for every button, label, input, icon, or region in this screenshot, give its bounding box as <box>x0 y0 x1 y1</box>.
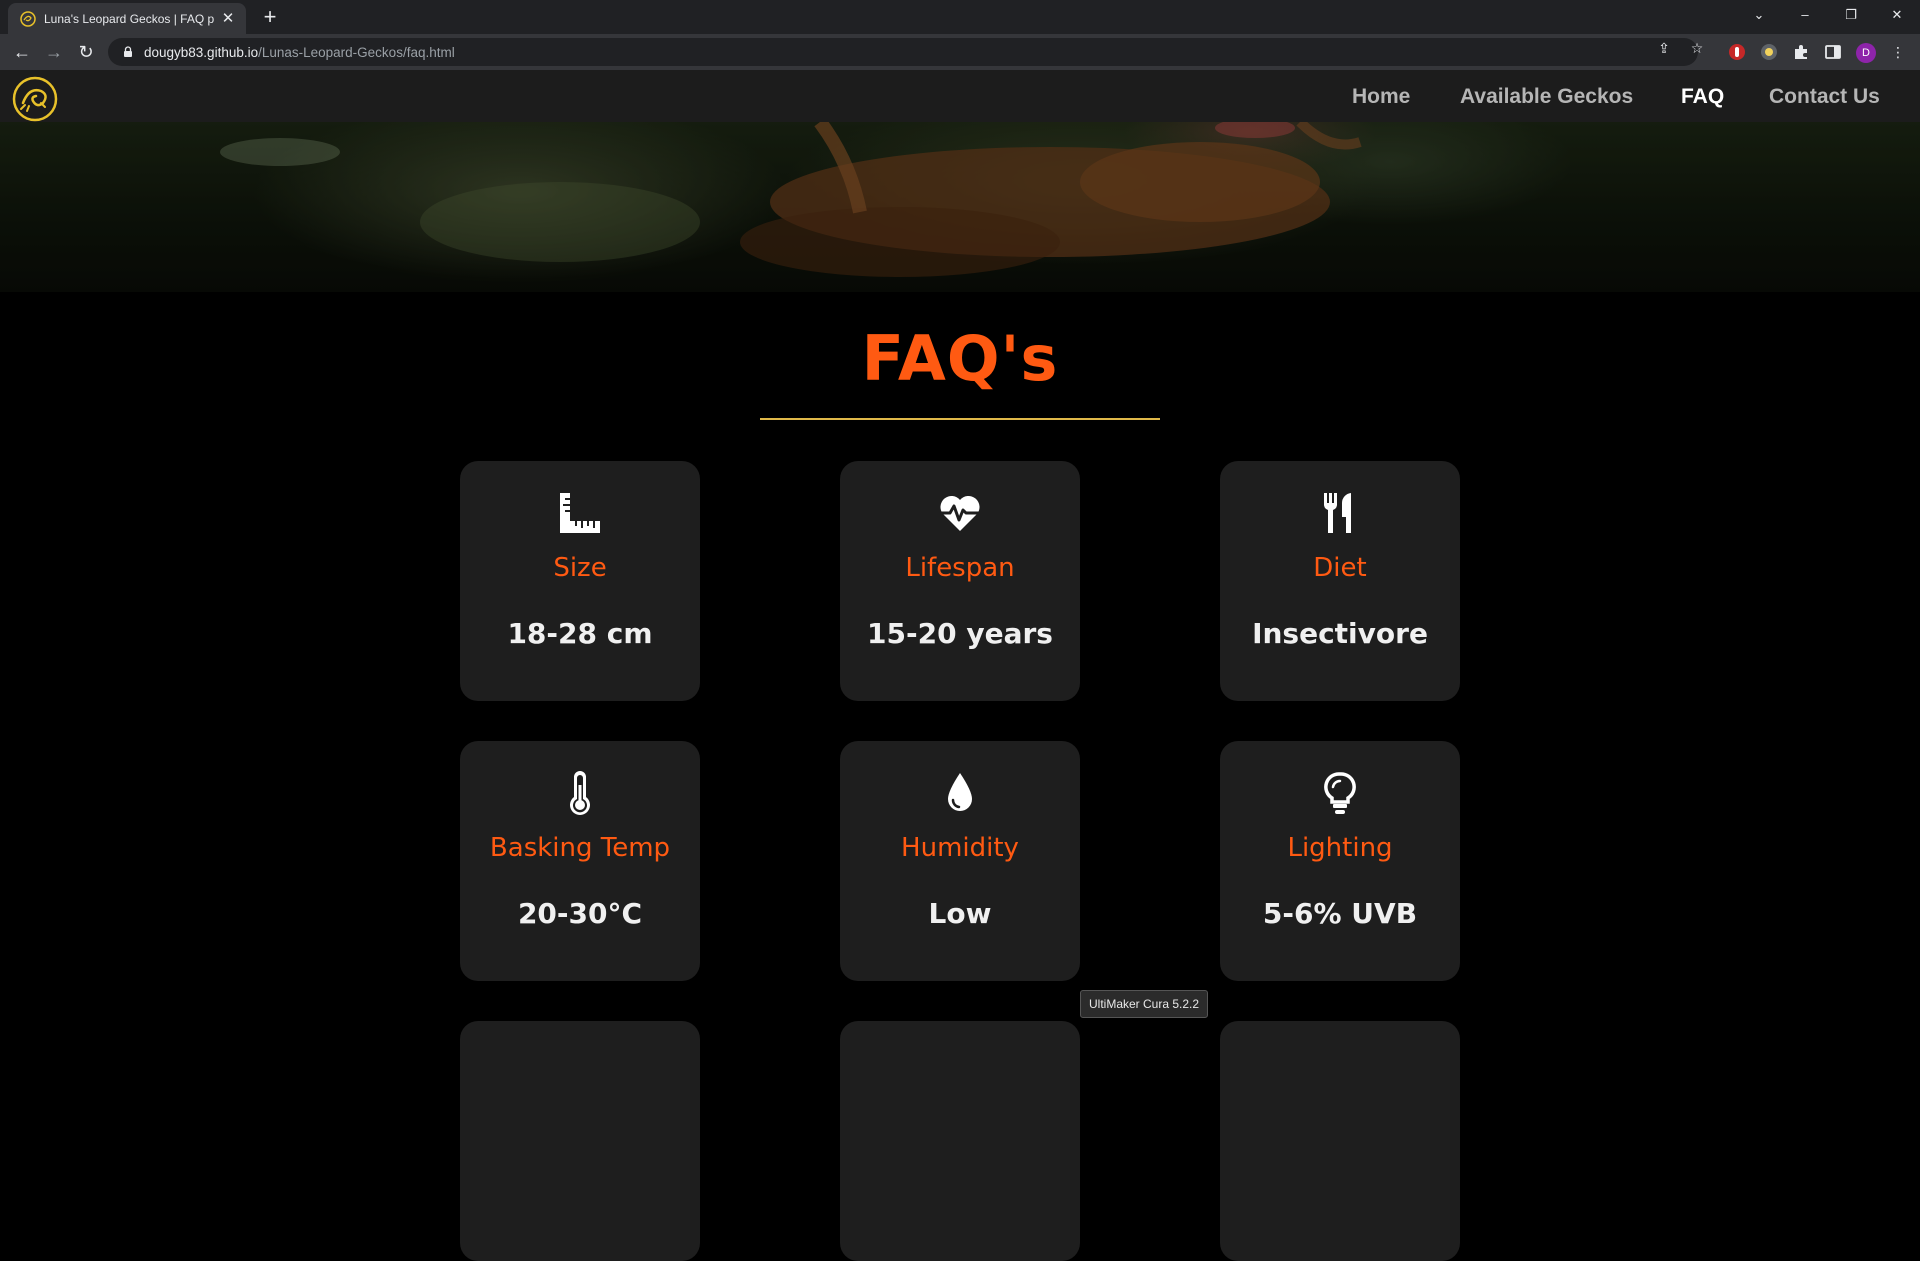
card-label: Basking Temp <box>489 833 671 863</box>
card-value: 5-6% UVB <box>1262 897 1418 930</box>
restore-button[interactable]: ❐ <box>1828 0 1874 30</box>
faq-card-partial-1 <box>460 1021 700 1261</box>
side-panel-icon[interactable] <box>1824 43 1842 61</box>
gecko-favicon-icon <box>20 10 36 27</box>
reload-button[interactable]: ↻ <box>72 38 100 66</box>
nav-available-geckos[interactable]: Available Geckos <box>1460 85 1633 109</box>
tab-title: Luna's Leopard Geckos | FAQ pag <box>44 11 214 26</box>
gecko-banner-art <box>0 122 1920 292</box>
menu-icon[interactable]: ⋮ <box>1890 44 1906 60</box>
faq-card-lifespan: Lifespan 15-20 years <box>840 461 1080 701</box>
card-value: 18-28 cm <box>507 617 653 650</box>
site-navbar: Home Available Geckos FAQ Contact Us <box>0 70 1920 122</box>
faq-card-size: Size 18-28 cm <box>460 461 700 701</box>
browser-tabstrip: Luna's Leopard Geckos | FAQ pag ✕ + ⌄ – … <box>0 0 1920 34</box>
new-tab-button[interactable]: + <box>258 6 282 30</box>
nav-contact-us[interactable]: Contact Us <box>1769 85 1880 109</box>
card-label: Size <box>553 553 607 583</box>
share-icon[interactable]: ⇪ <box>1656 40 1672 56</box>
nav-faq[interactable]: FAQ <box>1681 85 1724 109</box>
gecko-logo-icon[interactable] <box>11 75 59 123</box>
taskbar-tooltip: UltiMaker Cura 5.2.2 <box>1080 990 1209 1018</box>
card-value: Insectivore <box>1252 617 1428 650</box>
ruler-icon <box>560 493 600 533</box>
extensions-puzzle-icon[interactable] <box>1792 43 1810 61</box>
faq-card-lighting: Lighting 5-6% UVB <box>1220 741 1460 981</box>
title-divider <box>760 418 1160 420</box>
faq-card-partial-2 <box>840 1021 1080 1261</box>
back-button[interactable]: ← <box>8 38 36 66</box>
bookmark-star-icon[interactable]: ☆ <box>1689 40 1705 56</box>
tab-search-icon[interactable]: ⌄ <box>1736 0 1782 30</box>
tab-close-icon[interactable]: ✕ <box>220 10 236 27</box>
thermometer-icon <box>570 771 590 815</box>
card-value: 15-20 years <box>867 617 1053 650</box>
lightbulb-icon <box>1324 772 1356 814</box>
utensils-icon <box>1324 493 1351 533</box>
lock-icon <box>124 46 132 57</box>
nav-home[interactable]: Home <box>1352 85 1410 109</box>
faq-card-humidity: Humidity Low <box>840 741 1080 981</box>
browser-tab[interactable]: Luna's Leopard Geckos | FAQ pag ✕ <box>8 3 246 34</box>
profile-avatar[interactable]: D <box>1856 43 1876 63</box>
faq-card-basking-temp: Basking Temp 20-30°C <box>460 741 700 981</box>
extension-red-icon[interactable] <box>1728 43 1746 61</box>
minimize-button[interactable]: – <box>1782 0 1828 30</box>
card-value: 20-30°C <box>517 897 643 930</box>
browser-toolbar: ← → ↻ dougyb83.github.io/Lunas-Leopard-G… <box>0 34 1920 70</box>
card-label: Humidity <box>901 833 1019 863</box>
url-host: dougyb83.github.io <box>144 44 259 60</box>
page-title: FAQ's <box>861 322 1059 395</box>
droplet-icon <box>948 773 972 811</box>
card-label: Lighting <box>1287 833 1393 863</box>
faq-card-diet: Diet Insectivore <box>1220 461 1460 701</box>
close-window-button[interactable]: ✕ <box>1874 0 1920 30</box>
heartbeat-icon <box>940 495 980 531</box>
faq-card-partial-3 <box>1220 1021 1460 1261</box>
address-bar[interactable]: dougyb83.github.io/Lunas-Leopard-Geckos/… <box>108 38 1698 66</box>
forward-button[interactable]: → <box>40 38 68 66</box>
url-path: /Lunas-Leopard-Geckos/faq.html <box>258 44 455 60</box>
card-label: Lifespan <box>905 553 1015 583</box>
extension-yellow-icon[interactable] <box>1760 43 1778 61</box>
hero-banner-image <box>0 122 1920 292</box>
card-value: Low <box>928 897 992 930</box>
card-label: Diet <box>1313 553 1367 583</box>
